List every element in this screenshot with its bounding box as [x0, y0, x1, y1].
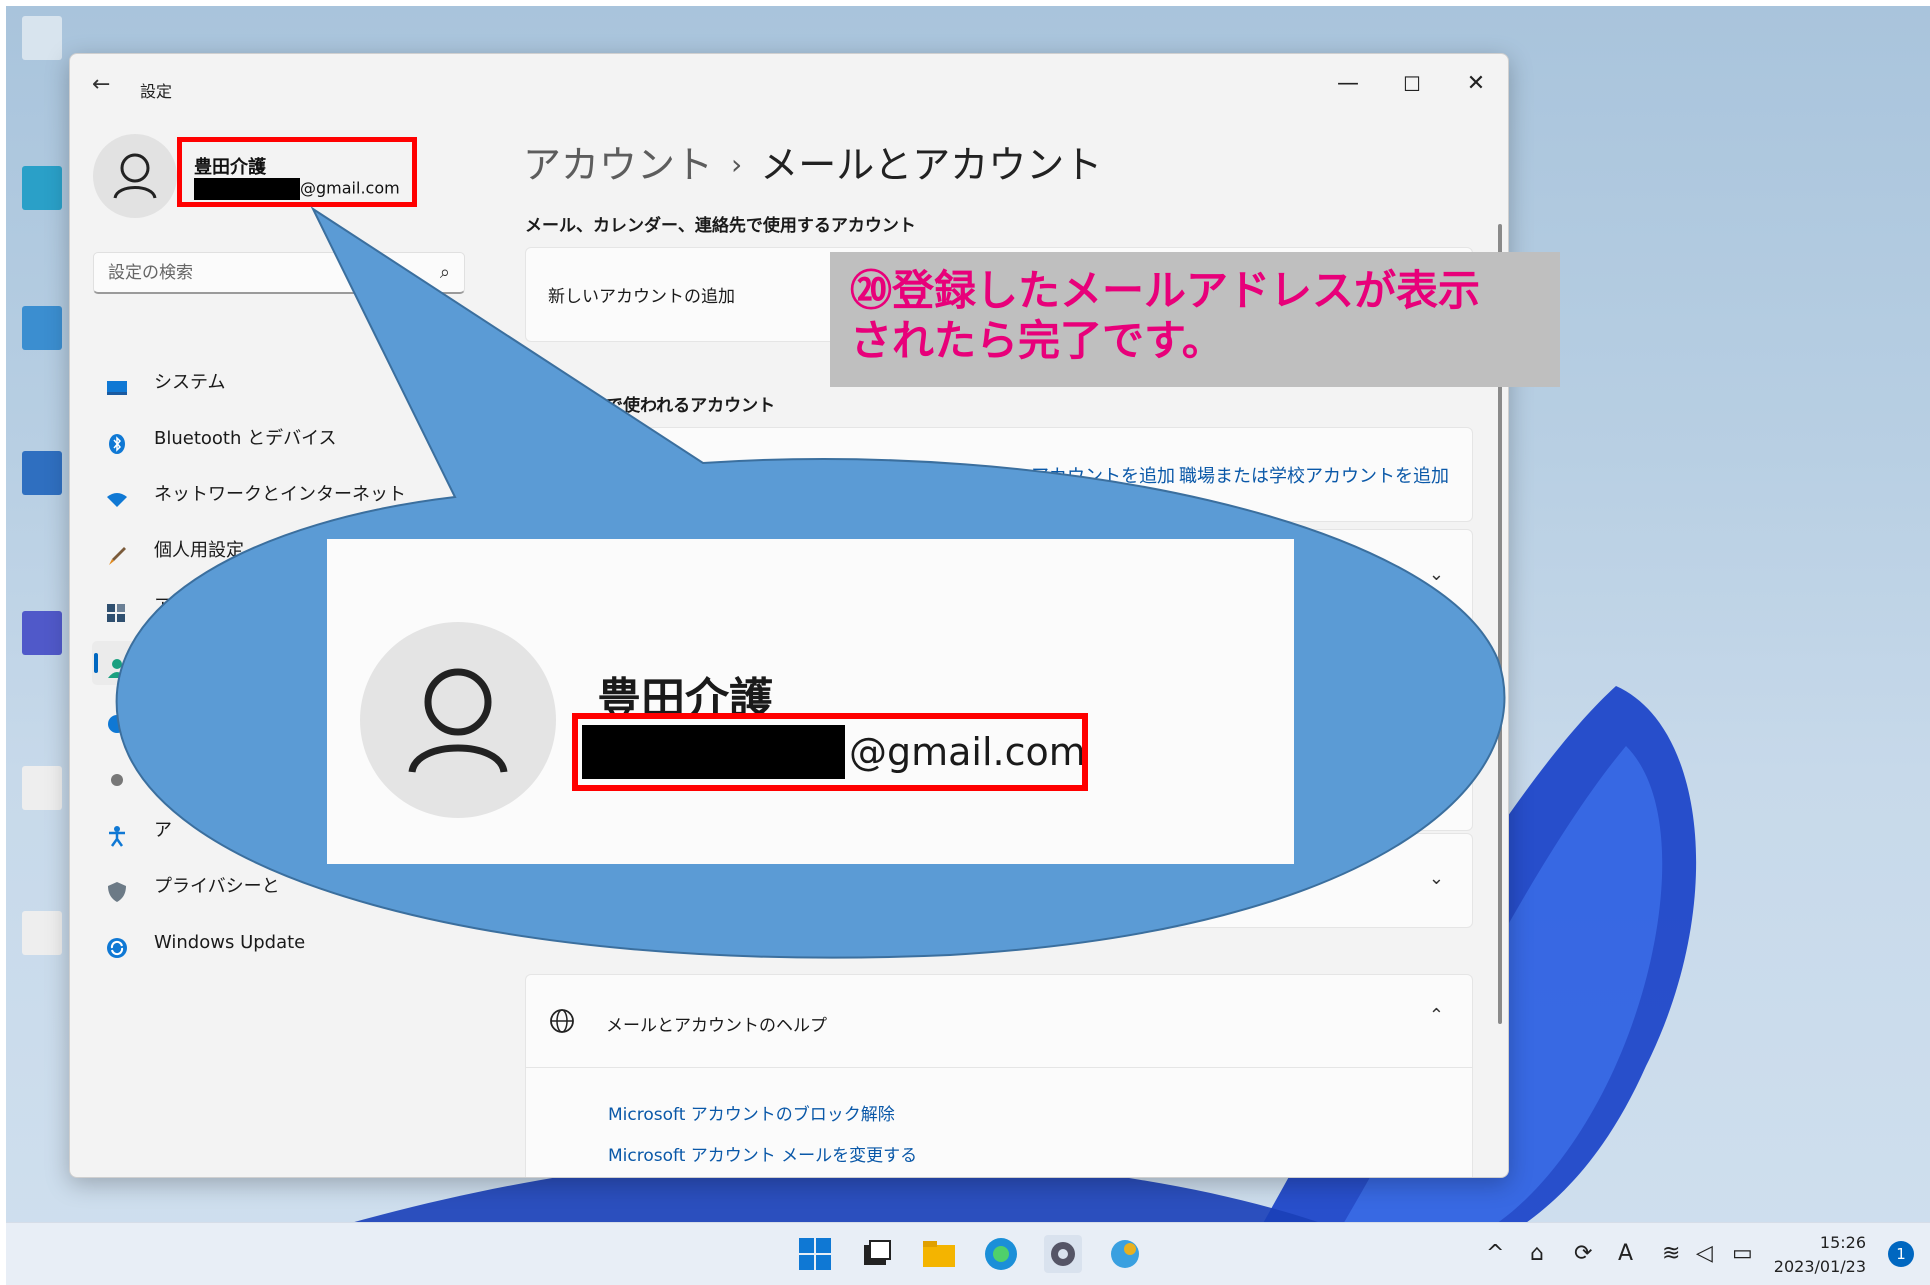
app-taskbar-icon[interactable]	[1106, 1235, 1144, 1273]
input-indicator[interactable]: A	[1618, 1241, 1633, 1266]
sync-icon[interactable]: ⟳	[1574, 1241, 1592, 1266]
chevron-up-icon[interactable]: ^	[1486, 1241, 1504, 1266]
instruction-annotation: ⑳登録したメールアドレスが表示 されたら完了です。	[830, 252, 1560, 387]
wifi-icon[interactable]: ≋	[1662, 1241, 1680, 1266]
notification-badge[interactable]: 1	[1888, 1241, 1914, 1267]
task-view-icon[interactable]	[858, 1235, 896, 1273]
speaker-muted-icon[interactable]: ◁	[1696, 1241, 1713, 1266]
person-icon	[408, 668, 508, 774]
start-button[interactable]	[796, 1235, 834, 1273]
file-explorer-icon[interactable]	[920, 1235, 958, 1273]
settings-taskbar-icon[interactable]	[1044, 1235, 1082, 1273]
annotation-line: ⑳登録したメールアドレスが表示	[850, 266, 1481, 315]
highlight-box	[572, 713, 1088, 791]
taskbar: ^ ⌂ ⟳ A ≋ ◁ ▭ 15:26 2023/01/23 1	[6, 1222, 1930, 1285]
clock-date[interactable]: 2023/01/23	[1774, 1257, 1866, 1276]
avatar	[360, 622, 556, 818]
clock-time[interactable]: 15:26	[1820, 1233, 1866, 1252]
usb-icon[interactable]: ⌂	[1530, 1241, 1544, 1266]
annotation-line: されたら完了です。	[850, 316, 1224, 365]
battery-icon[interactable]: ▭	[1732, 1241, 1753, 1266]
edge-icon[interactable]	[982, 1235, 1020, 1273]
zoom-inset: 豊田介護 @gmail.com	[327, 539, 1294, 864]
